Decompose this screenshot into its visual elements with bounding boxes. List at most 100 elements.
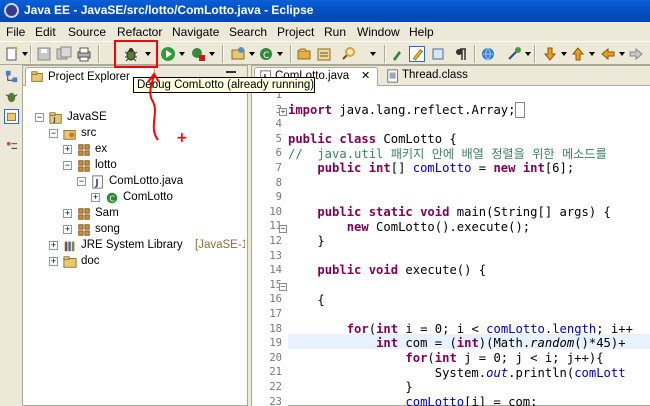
class-file-icon [387,69,398,83]
line-number: 14 [269,264,282,276]
source-code[interactable]: import java.lang.reflect.Array; public c… [288,86,650,406]
menu-refactor[interactable]: Refactor [117,25,162,39]
search-dropdown-arrow[interactable] [370,52,376,56]
external-tools-icon[interactable] [190,46,206,62]
collapse-icon[interactable]: − [63,161,72,170]
source-folder-icon [63,130,76,140]
toggle-mark-occurrences-icon[interactable] [390,46,406,62]
tree-item-ex[interactable]: + ex [27,142,227,158]
tab-thread-class[interactable]: Thread.class [382,67,482,86]
save-icon[interactable] [36,46,52,62]
close-tab-icon[interactable]: ✕ [361,69,370,82]
menu-navigate[interactable]: Navigate [172,25,219,39]
menu-file[interactable]: File [6,25,25,39]
new-dropdown-arrow[interactable] [22,52,28,56]
back-dropdown-arrow[interactable] [619,52,625,56]
show-whitespace-icon[interactable] [430,46,446,62]
expand-icon[interactable]: + [49,241,58,250]
perspective-strip [0,65,22,406]
fold-collapse-icon[interactable]: − [279,283,287,291]
class-icon: C [106,192,118,204]
collapse-icon[interactable]: − [77,177,86,186]
tree-item-song[interactable]: + song [27,222,227,238]
tree-item-label: song [95,223,120,235]
code-editor[interactable]: J ComLotto.java ✕ Thread.class 1 3 4 5 6… [251,65,650,406]
line-number: 23 [269,396,282,406]
menu-help[interactable]: Help [409,25,434,39]
external-tools-dropdown-arrow[interactable] [209,52,215,56]
menu-edit[interactable]: Edit [35,25,56,39]
new-class-dropdown-arrow[interactable] [277,52,283,56]
expand-icon[interactable]: + [91,193,100,202]
eclipse-icon [4,3,19,18]
collapse-icon[interactable]: − [35,113,44,122]
project-explorer-panel: Project Explorer − J JavaSE − src + ex −… [22,65,248,406]
new-class-icon[interactable]: C [258,46,274,62]
menu-window[interactable]: Window [357,25,400,39]
window-title-bar: Java EE - JavaSE/src/lotto/ComLotto.java… [0,0,650,22]
previous-annotation-icon[interactable] [570,46,586,62]
outline-icon[interactable] [4,139,19,154]
minimize-icon[interactable] [226,71,236,73]
line-number: 6 [275,147,282,159]
run-icon[interactable] [160,46,176,62]
open-task-icon[interactable] [316,46,332,62]
back-icon[interactable] [600,46,616,62]
next-annotation-icon[interactable] [542,46,558,62]
tree-item-comlotto-java[interactable]: − J ComLotto.java [27,174,227,190]
highlight-icon[interactable] [409,46,425,62]
expand-icon[interactable]: + [63,145,72,154]
menu-search[interactable]: Search [229,25,267,39]
run-dropdown-arrow[interactable] [179,52,185,56]
package-explorer-icon[interactable] [4,109,19,124]
collapse-icon[interactable]: − [49,129,58,138]
tree-item-comlotto-class[interactable]: + C ComLotto [27,190,227,206]
tree-item-javase[interactable]: − J JavaSE [27,110,227,126]
fold-collapse-icon[interactable]: − [279,225,287,233]
new-java-project-icon[interactable] [230,46,246,62]
debug-attach-icon[interactable] [506,46,522,62]
folder-icon [63,256,77,268]
line-number: 17 [269,308,282,320]
paragraph-icon[interactable] [453,46,469,62]
new-project-dropdown-arrow[interactable] [249,52,255,56]
expand-icon[interactable]: + [63,225,72,234]
java-project-icon: J [49,112,62,124]
hierarchy-icon[interactable] [4,69,19,84]
tree-item-label: JRE System Library [81,239,183,251]
tree-item-label: doc [81,255,100,267]
menu-project[interactable]: Project [277,25,314,39]
annotation-arrow-icon [147,72,160,141]
expand-icon[interactable]: + [63,209,72,218]
line-number: 10 [269,206,282,218]
debug-perspective-icon[interactable] [4,89,19,104]
tree-item-sam[interactable]: + Sam [27,206,227,222]
expand-icon[interactable]: + [49,257,58,266]
previous-annotation-dropdown-arrow[interactable] [589,52,595,56]
open-type-icon[interactable] [296,46,312,62]
menu-run[interactable]: Run [324,25,346,39]
fold-expand-icon[interactable]: + [279,108,287,116]
tree-item-label: lotto [95,159,117,171]
tree-item-lotto[interactable]: − lotto [27,158,227,174]
search-icon[interactable] [340,46,356,62]
print-icon[interactable] [76,46,92,62]
toolbar-separator [222,45,224,63]
code-line: public int[] comLotto = new int[6]; [317,161,575,175]
next-annotation-dropdown-arrow[interactable] [561,52,567,56]
code-line: for(int i = 0; i < comLotto.length; i++ [346,322,633,336]
menu-source[interactable]: Source [68,25,106,39]
globe-icon[interactable] [480,46,496,62]
line-number: 9 [275,191,282,203]
new-icon[interactable] [4,46,20,62]
line-number: 5 [275,133,282,145]
forward-icon[interactable] [628,46,644,62]
tree-item-doc[interactable]: + doc [27,254,227,270]
debug-attach-dropdown-arrow[interactable] [525,52,531,56]
tree-item-src[interactable]: − src [27,126,227,142]
line-number: 8 [275,177,282,189]
code-line: { [288,293,325,307]
save-all-icon[interactable] [56,46,72,62]
tree-item-jre-library[interactable]: + JRE System Library [JavaSE-1. [27,238,245,254]
tree-item-label: JavaSE [67,111,107,123]
